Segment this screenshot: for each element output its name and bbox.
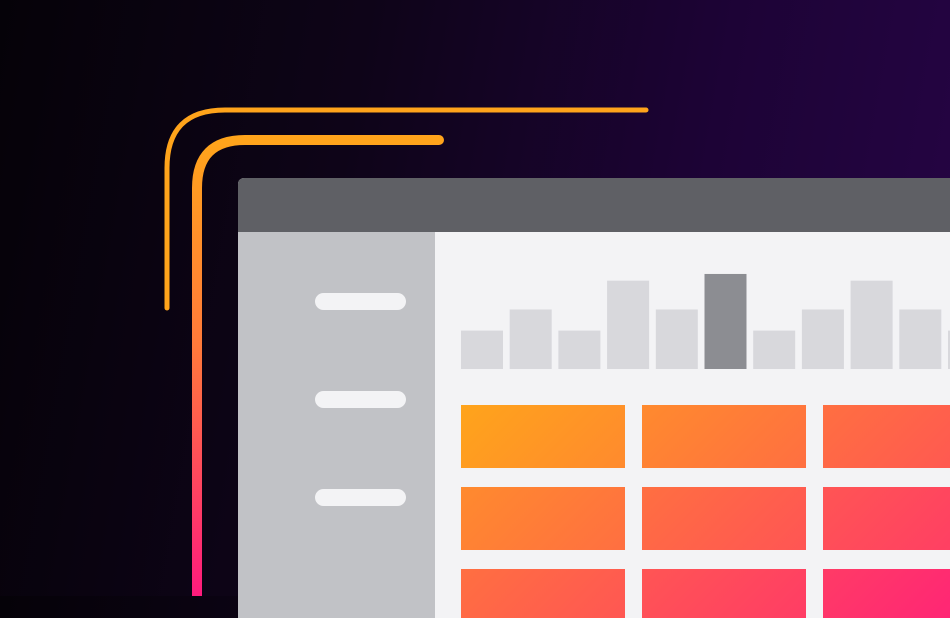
grid-tile-r2-c3[interactable] — [823, 487, 950, 550]
chart-bar — [850, 280, 893, 369]
chart-bar — [899, 309, 942, 369]
chart-bar-highlighted — [704, 273, 747, 369]
grid-tile-r2-c1[interactable] — [461, 487, 625, 550]
chart-bar — [801, 309, 844, 369]
sidebar-item-2[interactable] — [315, 391, 406, 408]
grid-tile-r3-c1[interactable] — [461, 569, 625, 618]
sidebar-item-1[interactable] — [315, 293, 406, 310]
grid-tile-r1-c1[interactable] — [461, 405, 625, 468]
bar-chart — [461, 273, 950, 369]
chart-bar — [753, 330, 796, 369]
window-titlebar[interactable] — [238, 178, 950, 232]
chart-bar — [607, 280, 650, 369]
chart-bar — [558, 330, 601, 369]
sidebar — [238, 232, 435, 618]
chart-bar — [655, 309, 698, 369]
grid-tile-r1-c3[interactable] — [823, 405, 950, 468]
grid-tile-r1-c2[interactable] — [642, 405, 806, 468]
app-window — [238, 178, 950, 618]
chart-bar — [509, 309, 552, 369]
main-content — [435, 232, 950, 618]
grid-tile-r3-c3[interactable] — [823, 569, 950, 618]
sidebar-item-3[interactable] — [315, 489, 406, 506]
grid-tile-r3-c2[interactable] — [642, 569, 806, 618]
grid-tile-r2-c2[interactable] — [642, 487, 806, 550]
chart-bar — [461, 330, 503, 369]
